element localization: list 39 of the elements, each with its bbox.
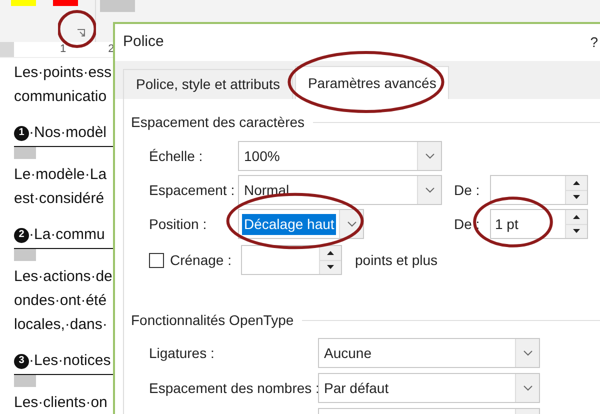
dropdown-value: Décalage haut (242, 214, 336, 234)
body-text: communicatio (14, 87, 108, 107)
heading-text: ·Les·notices (29, 351, 111, 371)
dropdown[interactable]: Par défaut (318, 373, 540, 403)
field-label: Espacement des nombres : (149, 378, 318, 398)
numbered-bullet: 1 (14, 126, 29, 140)
section-title: Espacement des caractères (131, 113, 305, 132)
field-label: Position : (149, 214, 208, 234)
field-label: points et plus (355, 250, 438, 270)
body-text: Les·clients·on (14, 393, 108, 413)
body-text: locales,·dans· (14, 315, 108, 335)
numbered-bullet: 3 (14, 354, 29, 368)
dropdown[interactable]: Aucune (318, 338, 540, 368)
body-text: ondes·ont·été (14, 291, 108, 311)
numbered-bullet: 2 (14, 228, 29, 242)
section-title: Fonctionnalités OpenType (131, 311, 294, 330)
field-label: De : (454, 180, 481, 200)
tab[interactable]: Police, style et attributs (123, 69, 293, 99)
field-label: Espacement : (149, 180, 236, 200)
dropdown-value: 100% (243, 146, 281, 166)
tab[interactable]: Paramètres avancés (294, 66, 450, 99)
body-text: Les·actions·de (14, 267, 113, 287)
body-text: est·considéré (14, 189, 106, 209)
field-label: Échelle : (149, 146, 204, 166)
field-label: Crénage : (170, 250, 232, 270)
spin-field[interactable]: 1 pt (490, 209, 588, 239)
dropdown-value: Aucune (323, 344, 372, 362)
dropdown[interactable]: Décalage haut (238, 209, 364, 239)
heading-text: ·Nos·modèl (29, 123, 107, 143)
dropdown[interactable]: 100% (238, 141, 442, 171)
ruler-number: 1 (60, 42, 66, 58)
spin-value: 1 pt (495, 214, 518, 234)
help-button[interactable]: ? (590, 32, 598, 53)
body-text: Le·modèle·La (14, 165, 108, 185)
dropdown-value: Par défaut (323, 378, 390, 398)
heading-text: ·La·commu (29, 225, 105, 245)
body-text: Les·points·ess (14, 63, 113, 83)
dialog-title: Police (123, 32, 164, 52)
field-label: Ligatures : (149, 344, 216, 363)
